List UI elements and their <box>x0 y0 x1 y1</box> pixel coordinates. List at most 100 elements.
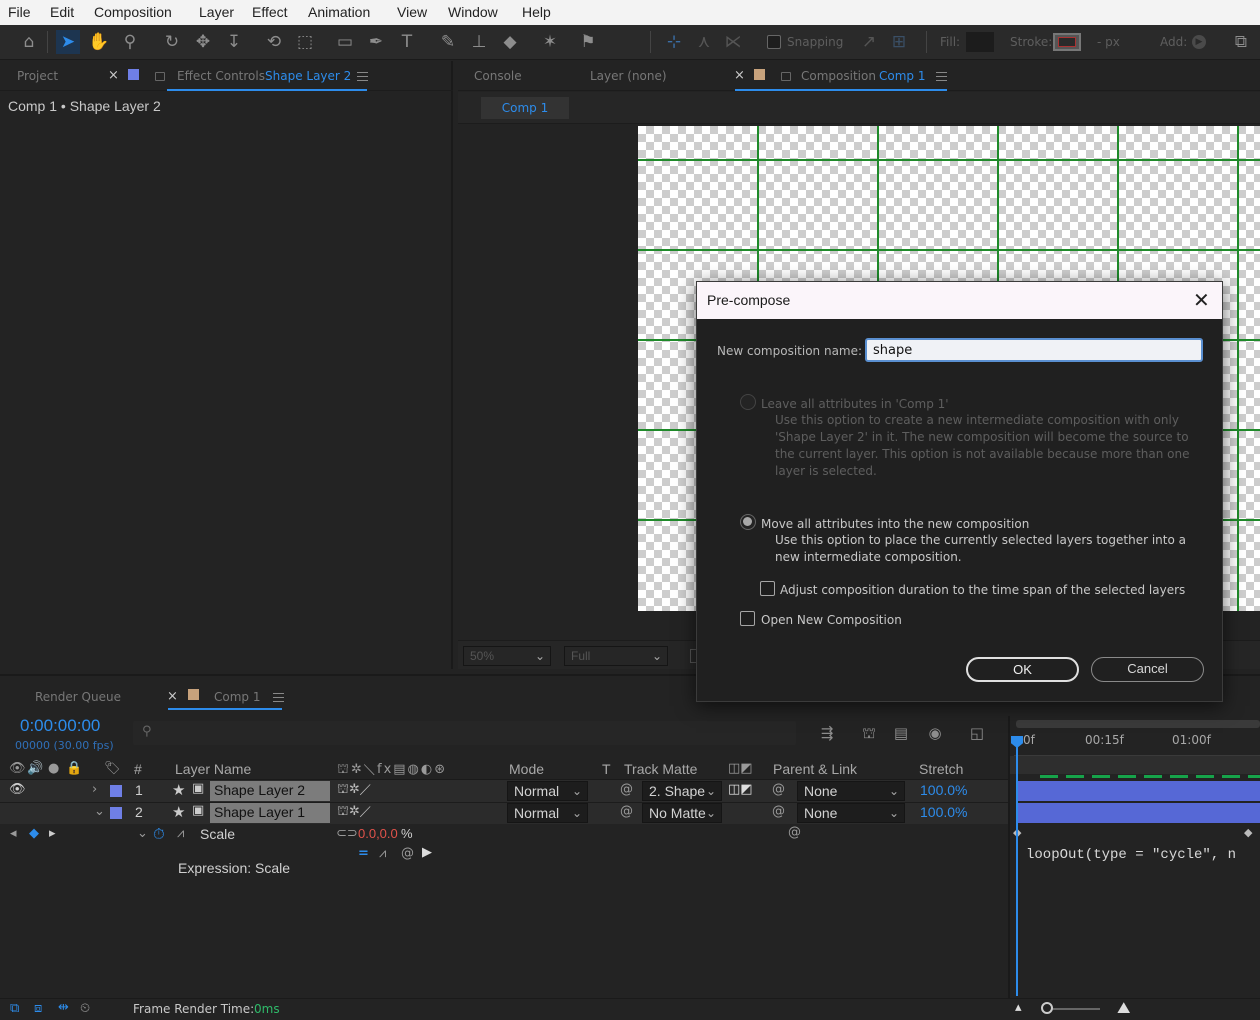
parent-pick-whip-icon[interactable]: @ <box>772 782 785 797</box>
adjust-duration-checkbox[interactable] <box>760 581 775 596</box>
tab-layer[interactable]: Layer (none) <box>590 69 667 83</box>
tab-render-queue[interactable]: Render Queue <box>35 690 121 704</box>
open-new-composition-checkbox[interactable] <box>740 611 755 626</box>
zoom-dropdown[interactable]: 50% ⌄ <box>463 646 551 666</box>
pan-camera-icon[interactable]: ✥ <box>191 30 215 54</box>
comp-subtab[interactable]: Comp 1 <box>481 97 569 119</box>
stretch-value[interactable]: 100.0% <box>920 782 967 798</box>
menu-edit[interactable]: Edit <box>50 4 74 20</box>
expression-enable-icon[interactable]: = <box>358 846 369 861</box>
close-tab-icon[interactable]: × <box>734 68 745 83</box>
layer-switch-icons[interactable]: ⛫✲⟋ <box>337 782 371 799</box>
clone-stamp-icon[interactable]: ⊥ <box>467 30 491 54</box>
composition-mini-flowchart-icon[interactable]: ⇶ <box>815 721 839 745</box>
expression-editor[interactable]: loopOut(type = "cycle", n <box>1026 847 1260 863</box>
transfer-controls-toggle-icon[interactable]: ⧈ <box>34 1001 42 1016</box>
tab-project[interactable]: Project <box>17 69 58 83</box>
zoom-slider-handle[interactable] <box>1041 1002 1053 1014</box>
matte-toggle-icons[interactable]: ◫◩ <box>728 782 753 797</box>
brush-tool-icon[interactable]: ✎ <box>436 30 460 54</box>
snapping-checkbox[interactable] <box>767 35 781 49</box>
stopwatch-icon[interactable]: ⏱ <box>153 825 165 843</box>
time-navigator[interactable] <box>1016 720 1260 728</box>
collapse-chevron-icon[interactable]: ⌄ <box>94 804 105 819</box>
prev-keyframe-icon[interactable]: ◂ <box>10 826 17 841</box>
fill-swatch[interactable] <box>966 32 994 52</box>
solo-icon[interactable]: ● <box>48 761 59 776</box>
puppet-pin-icon[interactable]: ⚑ <box>576 30 600 54</box>
layer-name[interactable]: Shape Layer 2 <box>214 782 305 798</box>
parent-dropdown[interactable]: None ⌄ <box>797 803 905 823</box>
property-pick-whip-icon[interactable]: @ <box>788 825 801 840</box>
menu-layer[interactable]: Layer <box>199 4 234 20</box>
mode-dropdown[interactable]: Normal ⌄ <box>507 781 588 801</box>
type-tool-icon[interactable]: T <box>395 30 419 54</box>
pan-behind-icon[interactable]: ⬚ <box>293 30 317 54</box>
stretch-value[interactable]: 100.0% <box>920 804 967 820</box>
visibility-eye-icon[interactable]: 👁 <box>9 782 26 797</box>
close-icon[interactable]: ✕ <box>1193 288 1210 313</box>
expression-pick-whip-icon[interactable]: @ <box>401 846 414 861</box>
parent-dropdown[interactable]: None ⌄ <box>797 781 905 801</box>
timeline-search-input[interactable]: ⚲ <box>133 721 796 745</box>
zoom-tool-icon[interactable]: ⚲ <box>118 30 142 54</box>
layer-duration-bar[interactable] <box>1018 781 1260 801</box>
mode-dropdown[interactable]: Normal ⌄ <box>507 803 588 823</box>
menu-window[interactable]: Window <box>448 4 498 20</box>
menu-effect[interactable]: Effect <box>252 4 288 20</box>
composition-target[interactable]: Comp 1 <box>879 69 925 83</box>
tab-composition[interactable]: Composition <box>801 69 876 83</box>
open-new-composition-label[interactable]: Open New Composition <box>761 612 902 629</box>
menu-help[interactable]: Help <box>522 4 551 20</box>
expression-graph-icon[interactable]: ⩘ <box>379 846 386 861</box>
snap-feather-icon[interactable]: ⊞ <box>887 30 911 54</box>
render-time-toggle-icon[interactable]: ⏲ <box>80 1001 90 1016</box>
playhead[interactable] <box>1016 738 1018 996</box>
expression-language-menu-icon[interactable]: ▶ <box>422 845 432 860</box>
current-timecode[interactable]: 0:00:00:00 <box>20 716 100 736</box>
work-area-bar[interactable] <box>1010 756 1260 774</box>
layer-label-color[interactable] <box>110 807 122 819</box>
rotate-tool-icon[interactable]: ⟲ <box>262 30 286 54</box>
eye-icon[interactable]: 👁 <box>9 761 26 776</box>
constrain-proportions-icon[interactable]: ⊂⊃ <box>336 826 358 841</box>
stroke-swatch[interactable] <box>1053 33 1081 51</box>
lock-icon[interactable] <box>155 72 165 81</box>
rectangle-tool-icon[interactable]: ▭ <box>333 30 357 54</box>
tab-console[interactable]: Console <box>474 69 522 83</box>
axis-local-icon[interactable]: ⊹ <box>662 30 686 54</box>
hand-tool-icon[interactable]: ✋ <box>87 30 111 54</box>
collapse-chevron-icon[interactable]: ⌄ <box>137 826 148 841</box>
in-out-toggle-icon[interactable]: ⇹ <box>58 1000 69 1015</box>
parent-pick-whip-icon[interactable]: @ <box>772 804 785 819</box>
menu-composition[interactable]: Composition <box>94 4 172 20</box>
time-ruler[interactable] <box>1014 736 1260 756</box>
orbit-camera-icon[interactable]: ↻ <box>160 30 184 54</box>
menu-file[interactable]: File <box>8 4 31 20</box>
roto-brush-icon[interactable]: ✶ <box>538 30 562 54</box>
resolution-dropdown[interactable]: Full ⌄ <box>564 646 668 666</box>
matte-pick-whip-icon[interactable]: @ <box>620 782 633 797</box>
panel-menu-icon[interactable] <box>357 72 368 81</box>
axis-view-icon[interactable]: ⋉ <box>721 30 745 54</box>
matte-pick-whip-icon[interactable]: @ <box>620 804 633 819</box>
ok-button[interactable]: OK <box>966 657 1079 682</box>
hide-shy-layers-icon[interactable]: ⛫ <box>857 721 881 745</box>
motion-blur-icon[interactable]: ◉ <box>923 721 947 745</box>
lock-icon[interactable] <box>781 72 791 81</box>
workspace-icon[interactable]: ⧉ <box>1229 30 1253 54</box>
zoom-out-icon[interactable]: ▴ <box>1015 1000 1022 1015</box>
next-keyframe-icon[interactable]: ▸ <box>49 826 56 841</box>
label-tag-icon[interactable]: 🏷 <box>104 761 121 776</box>
keyframe-icon[interactable]: ◆ <box>1244 826 1252 839</box>
effect-controls-target[interactable]: Shape Layer 2 <box>265 69 351 83</box>
home-icon[interactable]: ⌂ <box>17 30 41 54</box>
menu-animation[interactable]: Animation <box>308 4 370 20</box>
graph-editor-icon[interactable]: ◱ <box>965 721 989 745</box>
frame-blending-icon[interactable]: ▤ <box>889 721 913 745</box>
layer-duration-bar[interactable] <box>1018 803 1260 823</box>
layer-name[interactable]: Shape Layer 1 <box>214 804 305 820</box>
expand-chevron-icon[interactable]: › <box>92 782 97 797</box>
stroke-width[interactable]: - px <box>1097 35 1120 49</box>
column-layer-name[interactable]: Layer Name <box>175 761 251 777</box>
